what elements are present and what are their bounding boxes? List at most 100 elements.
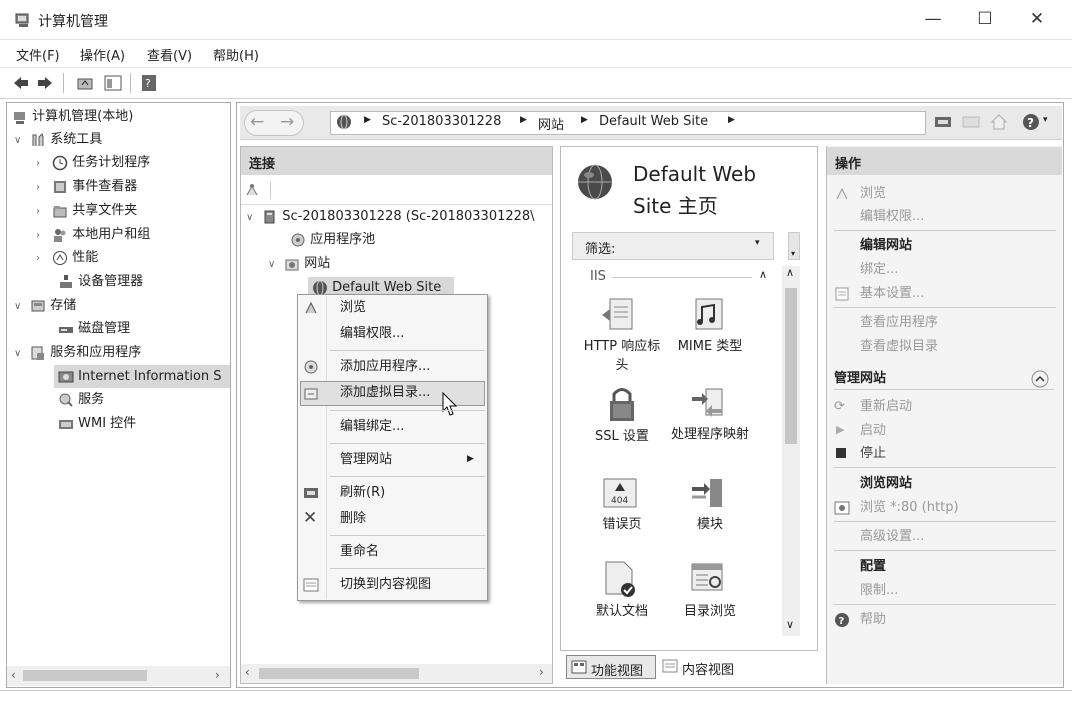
breadcrumb-server[interactable]: Sc-201803301228	[382, 114, 501, 129]
menu-item-delete[interactable]: 删除	[340, 508, 366, 530]
show-hide-tree-icon[interactable]	[104, 75, 122, 95]
feature-modules[interactable]: 模块	[668, 475, 752, 545]
chevron-right-icon[interactable]: ›	[36, 153, 48, 175]
scroll-down-icon[interactable]: ∨	[786, 618, 794, 631]
chevron-right-icon[interactable]: ›	[36, 248, 48, 270]
tree-item-iis[interactable]: Internet Information S	[58, 366, 228, 388]
menu-action[interactable]: 操作(A)	[80, 45, 125, 64]
maximize-button[interactable]: ☐	[972, 9, 998, 31]
menu-item-add-application[interactable]: 添加应用程序...	[340, 356, 430, 378]
menu-view[interactable]: 查看(V)	[147, 45, 192, 64]
chevron-down-icon[interactable]: ∨	[14, 130, 26, 152]
action-limits[interactable]: 限制...	[860, 581, 898, 601]
back-arrow-icon[interactable]	[12, 75, 30, 95]
conn-item-sites[interactable]: ∨ 网站	[268, 253, 330, 275]
filter-input[interactable]	[628, 237, 768, 256]
chevron-down-icon[interactable]: ▾	[1043, 115, 1048, 125]
connections-horizontal-scrollbar[interactable]: ‹ ›	[241, 664, 552, 683]
feature-directory-browsing[interactable]: 目录浏览	[668, 558, 752, 628]
scroll-right-icon[interactable]: ›	[215, 668, 220, 682]
tree-item-device-manager[interactable]: 设备管理器	[58, 271, 143, 293]
breadcrumb-sites[interactable]: 网站	[538, 114, 564, 133]
menu-item-manage-site[interactable]: 管理网站	[340, 449, 392, 471]
features-vertical-scrollbar[interactable]: ∧ ∨	[782, 266, 800, 636]
chevron-down-icon[interactable]: ▾	[755, 238, 760, 248]
action-basic-settings[interactable]: 基本设置...	[860, 284, 924, 304]
chevron-down-icon[interactable]: ∨	[268, 254, 280, 276]
forward-arrow-icon[interactable]: →	[280, 112, 294, 132]
chevron-down-icon[interactable]: ∨	[14, 296, 26, 318]
home-icon[interactable]	[990, 113, 1008, 135]
menu-help[interactable]: 帮助(H)	[213, 45, 259, 64]
action-browse[interactable]: 浏览	[860, 184, 886, 204]
tree-item-local-users[interactable]: › 本地用户和组	[36, 224, 150, 246]
menu-item-rename[interactable]: 重命名	[340, 541, 379, 563]
tree-item-root[interactable]: 计算机管理(本地)	[12, 106, 133, 128]
menu-item-add-virtual-directory[interactable]: 添加虚拟目录...	[340, 382, 430, 404]
left-horizontal-scrollbar[interactable]: ‹ ›	[7, 666, 230, 686]
close-button[interactable]: ✕	[1024, 9, 1050, 31]
collapse-group-icon[interactable]: ∧	[759, 268, 767, 281]
feature-mime-types[interactable]: MIME 类型	[668, 295, 752, 355]
chevron-down-icon[interactable]: ∨	[14, 343, 26, 365]
action-restart[interactable]: 重新启动	[860, 397, 912, 417]
menu-item-switch-content-view[interactable]: 切换到内容视图	[340, 574, 431, 596]
action-bindings[interactable]: 绑定...	[860, 260, 898, 280]
action-view-applications[interactable]: 查看应用程序	[860, 313, 938, 333]
menu-item-browse[interactable]: 浏览	[340, 297, 366, 319]
chevron-down-icon[interactable]: ∨	[246, 207, 258, 228]
tree-item-wmi[interactable]: WMI 控件	[58, 413, 136, 435]
tree-item-shared-folders[interactable]: › 共享文件夹	[36, 200, 137, 222]
scroll-thumb[interactable]	[785, 288, 797, 444]
scroll-thumb[interactable]	[259, 668, 419, 679]
tree-item-storage[interactable]: ∨ 存储	[14, 295, 76, 317]
help-book-icon[interactable]: ?	[141, 74, 157, 96]
tree-item-services[interactable]: 服务	[58, 389, 104, 411]
action-view-virtual-dirs[interactable]: 查看虚拟目录	[860, 337, 938, 357]
tree-item-disk-management[interactable]: 磁盘管理	[58, 318, 130, 340]
filter-scroll[interactable]: ▾	[788, 232, 800, 260]
tab-features-view[interactable]: 功能视图	[566, 655, 656, 679]
up-folder-icon[interactable]	[76, 75, 94, 95]
tree-item-services-apps[interactable]: ∨ 服务和应用程序	[14, 342, 141, 364]
chevron-right-icon[interactable]: ›	[36, 225, 48, 247]
menu-file[interactable]: 文件(F)	[16, 45, 60, 64]
action-stop[interactable]: 停止	[860, 444, 886, 464]
action-start[interactable]: 启动	[860, 421, 886, 441]
scroll-up-icon[interactable]: ∧	[786, 266, 794, 279]
tree-item-performance[interactable]: › 性能	[36, 247, 98, 269]
section-manage-site[interactable]: 管理网站	[834, 368, 1054, 390]
feature-ssl-settings[interactable]: SSL 设置	[580, 383, 664, 463]
refresh-icon[interactable]	[934, 114, 952, 134]
feature-handler-mappings[interactable]: 处理程序映射	[668, 383, 752, 463]
forward-arrow-icon[interactable]	[36, 75, 54, 95]
feature-default-document[interactable]: 默认文档	[580, 558, 664, 628]
tree-item-task-scheduler[interactable]: › 任务计划程序	[36, 152, 150, 174]
menu-item-refresh[interactable]: 刷新(R)	[340, 482, 385, 504]
chevron-right-icon[interactable]: ›	[36, 177, 48, 199]
back-arrow-icon[interactable]: ←	[250, 112, 264, 132]
help-icon[interactable]: ?	[1022, 113, 1040, 135]
action-browse-80[interactable]: 浏览 *:80 (http)	[860, 498, 959, 518]
collapse-section-icon[interactable]	[1030, 369, 1050, 397]
scroll-left-icon[interactable]: ‹	[245, 665, 250, 679]
action-edit-permissions[interactable]: 编辑权限...	[860, 207, 924, 227]
tab-content-view[interactable]: 内容视图	[660, 655, 750, 679]
connect-icon[interactable]	[244, 182, 260, 202]
scroll-thumb[interactable]	[23, 670, 147, 681]
menu-item-edit-bindings[interactable]: 编辑绑定...	[340, 416, 404, 438]
action-help[interactable]: 帮助	[860, 610, 886, 630]
tree-item-event-viewer[interactable]: › 事件查看器	[36, 176, 137, 198]
feature-http-headers[interactable]: HTTP 响应标头	[580, 295, 664, 375]
tree-item-system-tools[interactable]: ∨ 系统工具	[14, 129, 102, 151]
scroll-left-icon[interactable]: ‹	[11, 668, 16, 682]
conn-item-app-pools[interactable]: 应用程序池	[290, 229, 375, 251]
scroll-right-icon[interactable]: ›	[539, 665, 544, 679]
action-advanced-settings[interactable]: 高级设置...	[860, 527, 924, 547]
chevron-right-icon[interactable]: ›	[36, 201, 48, 223]
stop-icon[interactable]	[962, 114, 980, 134]
minimize-button[interactable]: —	[920, 9, 946, 31]
conn-item-server[interactable]: ∨ Sc-201803301228 (Sc-201803301228\	[246, 206, 551, 228]
feature-error-pages[interactable]: 404 错误页	[580, 475, 664, 545]
menu-item-edit-permissions[interactable]: 编辑权限...	[340, 323, 404, 345]
